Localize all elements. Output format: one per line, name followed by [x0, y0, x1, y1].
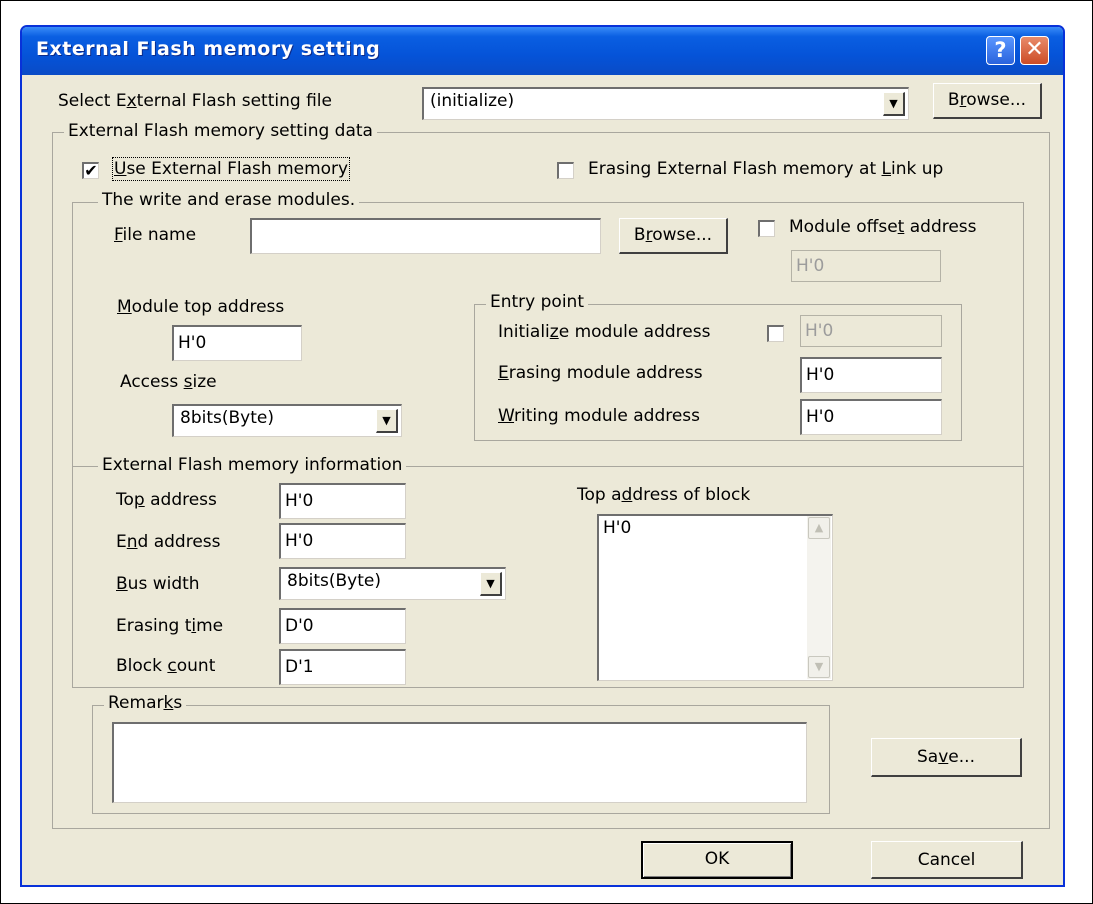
module-top-address-input[interactable]: H'0: [172, 325, 302, 361]
top-address-input[interactable]: H'0: [279, 483, 406, 519]
help-button[interactable]: ?: [986, 36, 1015, 65]
scroll-up-icon[interactable]: ▲: [808, 517, 830, 539]
save-button[interactable]: Save...: [871, 738, 1022, 777]
initialize-module-address-label: Initialize module address: [498, 322, 711, 342]
module-offset-checkbox[interactable]: [758, 220, 775, 237]
chevron-down-icon[interactable]: ▼: [480, 572, 502, 596]
close-icon: ✕: [1025, 37, 1044, 62]
file-name-label: File name: [114, 225, 197, 245]
bus-width-value: 8bits(Byte): [287, 571, 381, 591]
use-flash-label[interactable]: Use External Flash memory: [111, 157, 351, 181]
writing-module-address-label: Writing module address: [498, 406, 701, 426]
chevron-down-icon[interactable]: ▼: [883, 92, 905, 116]
block-list-scrollbar[interactable]: ▲ ▼: [807, 516, 831, 679]
erasing-module-address-label: Erasing module address: [498, 363, 703, 383]
browse-setting-file-button[interactable]: Browse...: [933, 83, 1042, 119]
end-address-label: End address: [116, 532, 221, 552]
block-count-input[interactable]: D'1: [279, 649, 406, 685]
browse-module-file-button[interactable]: Browse...: [619, 218, 728, 254]
access-size-label: Access size: [120, 372, 217, 392]
close-button[interactable]: ✕: [1020, 36, 1049, 65]
writing-module-address-input[interactable]: H'0: [800, 399, 942, 435]
bus-width-select[interactable]: 8bits(Byte) ▼: [279, 567, 506, 600]
file-name-input[interactable]: [250, 218, 601, 254]
remarks-textarea[interactable]: [112, 722, 807, 803]
block-top-address-label: Top address of block: [577, 485, 751, 505]
window-title: External Flash memory setting: [36, 38, 381, 60]
top-address-label: Top address: [116, 490, 217, 510]
bus-width-label: Bus width: [116, 574, 200, 594]
remarks-group-title: Remarks: [104, 693, 187, 713]
erase-at-linkup-label[interactable]: Erasing External Flash memory at Link up: [588, 159, 943, 179]
ok-button[interactable]: OK: [641, 841, 793, 879]
block-address-list[interactable]: H'0 ▲ ▼: [597, 514, 833, 681]
module-offset-label[interactable]: Module offset address: [789, 217, 977, 237]
help-icon: ?: [994, 38, 1007, 62]
module-top-address-label: Module top address: [117, 297, 285, 317]
erase-at-linkup-checkbox[interactable]: [557, 162, 574, 179]
setting-file-value: (initialize): [430, 91, 515, 111]
initialize-module-address-checkbox[interactable]: [767, 325, 784, 342]
setting-file-select[interactable]: (initialize) ▼: [422, 87, 909, 120]
external-flash-dialog: External Flash memory setting ? ✕ Select…: [20, 25, 1065, 887]
module-offset-input[interactable]: H'0: [791, 250, 941, 282]
modules-group-title: The write and erase modules.: [98, 190, 360, 210]
scroll-down-icon[interactable]: ▼: [808, 656, 830, 678]
use-flash-checkbox[interactable]: ✔: [82, 162, 99, 179]
list-item[interactable]: H'0: [603, 518, 631, 538]
entry-point-group-title: Entry point: [486, 292, 588, 312]
setting-data-group-title: External Flash memory setting data: [64, 121, 377, 141]
access-size-select[interactable]: 8bits(Byte) ▼: [172, 404, 402, 437]
access-size-value: 8bits(Byte): [180, 408, 274, 428]
cancel-button[interactable]: Cancel: [871, 841, 1023, 879]
initialize-module-address-input[interactable]: H'0: [800, 315, 942, 347]
flash-info-group-title: External Flash memory information: [98, 455, 407, 475]
end-address-input[interactable]: H'0: [279, 523, 406, 559]
erasing-module-address-input[interactable]: H'0: [800, 357, 942, 393]
title-bar[interactable]: External Flash memory setting ? ✕: [22, 27, 1063, 75]
block-count-label: Block count: [116, 656, 216, 676]
erasing-time-input[interactable]: D'0: [279, 608, 406, 644]
erasing-time-label: Erasing time: [116, 616, 224, 636]
chevron-down-icon[interactable]: ▼: [376, 409, 398, 433]
setting-file-label: Select External Flash setting file: [58, 91, 332, 111]
